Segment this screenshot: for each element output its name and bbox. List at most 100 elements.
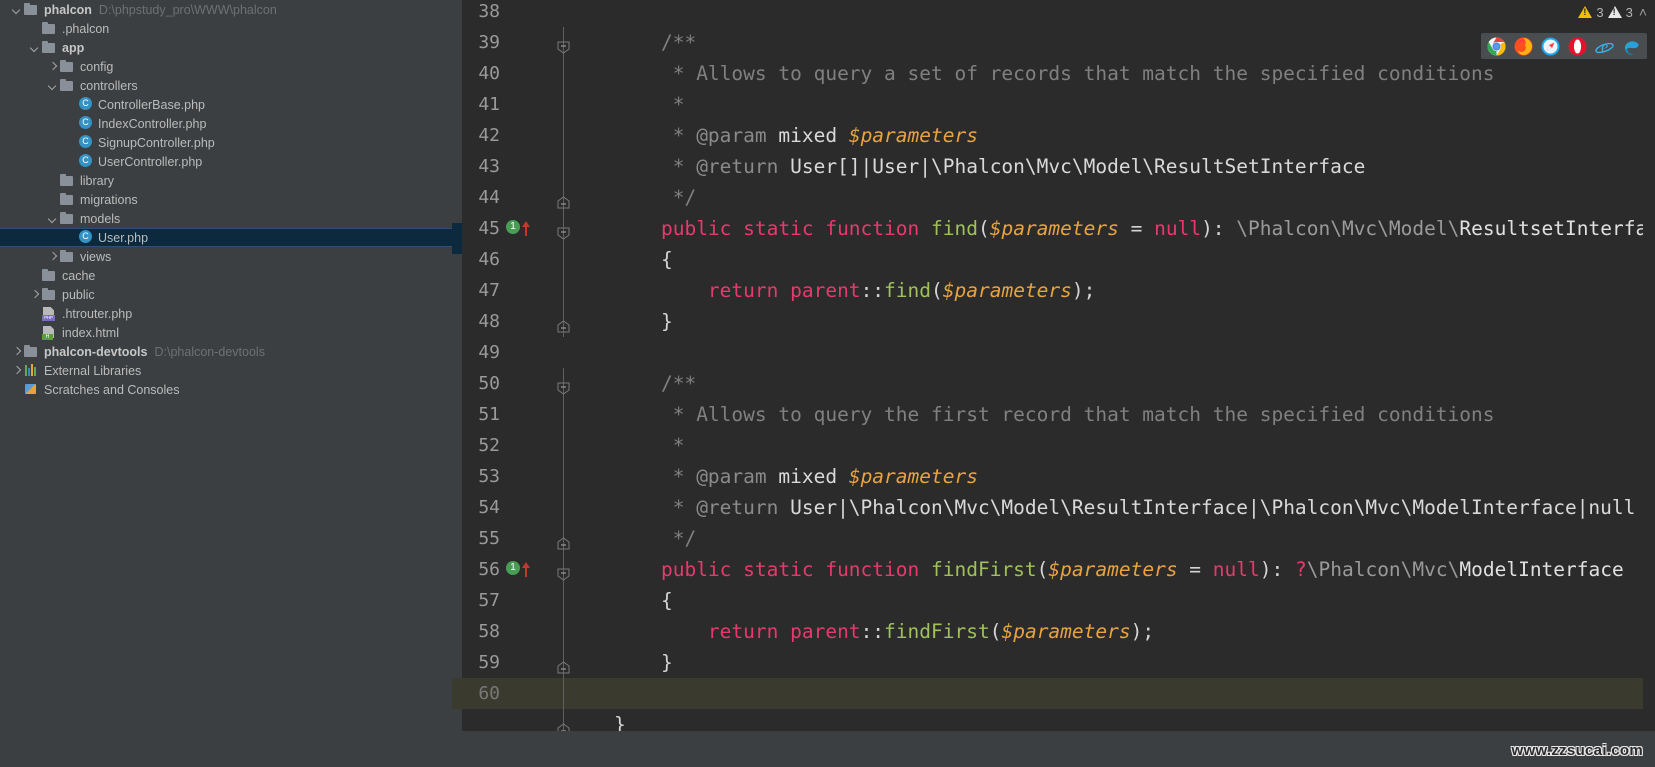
fold-end-icon[interactable] <box>557 718 570 736</box>
implemented-method-icon[interactable]: 1 <box>506 561 520 575</box>
tree-item-cache[interactable]: cache <box>0 266 452 285</box>
chevron-right-icon[interactable] <box>10 364 23 377</box>
code-text[interactable]: * @return User|\Phalcon\Mvc\Model\Result… <box>592 496 1655 519</box>
code-line[interactable]: 42 * @param mixed $parameters <box>452 120 1655 151</box>
tree-item-config[interactable]: config <box>0 57 452 76</box>
code-text[interactable]: * <box>592 93 1655 116</box>
code-text[interactable]: return parent::findFirst($parameters); <box>592 620 1655 643</box>
code-line[interactable]: 40 * Allows to query a set of records th… <box>452 58 1655 89</box>
code-line[interactable]: 58 return parent::findFirst($parameters)… <box>452 616 1655 647</box>
code-line[interactable]: 59 } <box>452 647 1655 678</box>
code-folding-area[interactable] <box>536 647 592 678</box>
code-line[interactable]: 44 */ <box>452 182 1655 213</box>
tree-item-migrations[interactable]: migrations <box>0 190 452 209</box>
code-text[interactable]: /** <box>592 372 1655 395</box>
inspections-widget[interactable]: 3 3 ˄ <box>1578 4 1647 20</box>
code-line[interactable]: 60 <box>452 678 1655 709</box>
firefox-icon[interactable] <box>1514 37 1533 56</box>
chrome-icon[interactable] <box>1487 37 1506 56</box>
chevron-down-icon[interactable] <box>46 212 59 225</box>
code-folding-area[interactable] <box>536 0 592 27</box>
tree-item-user-php[interactable]: User.php <box>0 228 452 247</box>
code-line[interactable]: 46 { <box>452 244 1655 275</box>
code-folding-area[interactable] <box>536 120 592 151</box>
code-folding-area[interactable] <box>536 616 592 647</box>
tree-item-views[interactable]: views <box>0 247 452 266</box>
code-folding-area[interactable] <box>536 244 592 275</box>
code-text[interactable]: { <box>592 589 1655 612</box>
code-text[interactable]: * Allows to query the first record that … <box>592 403 1655 426</box>
code-text[interactable]: } <box>592 651 1655 674</box>
code-folding-area[interactable] <box>536 275 592 306</box>
chevron-down-icon[interactable] <box>46 79 59 92</box>
code-folding-area[interactable] <box>536 461 592 492</box>
chevron-up-icon[interactable]: ˄ <box>1639 4 1647 20</box>
code-text[interactable]: } <box>592 310 1655 333</box>
code-text[interactable]: * @param mixed $parameters <box>592 124 1655 147</box>
tree-item-index-html[interactable]: index.html <box>0 323 452 342</box>
code-line[interactable]: 50 /** <box>452 368 1655 399</box>
fold-collapse-icon[interactable] <box>557 377 570 395</box>
overriding-method-arrow-icon[interactable] <box>521 560 531 577</box>
fold-end-icon[interactable] <box>557 315 570 333</box>
safari-icon[interactable] <box>1541 37 1560 56</box>
internet-explorer-icon[interactable]: e <box>1595 37 1614 56</box>
code-line[interactable]: 48 } <box>452 306 1655 337</box>
tree-item-library[interactable]: library <box>0 171 452 190</box>
code-line[interactable]: 47 return parent::find($parameters); <box>452 275 1655 306</box>
tree-item-usercontroller-php[interactable]: UserController.php <box>0 152 452 171</box>
code-folding-area[interactable] <box>536 399 592 430</box>
tree-item--phalcon[interactable]: .phalcon <box>0 19 452 38</box>
code-folding-area[interactable] <box>536 89 592 120</box>
code-line[interactable]: 45 1 public static function find($paramet… <box>452 213 1655 244</box>
code-text[interactable]: */ <box>592 527 1655 550</box>
code-line[interactable]: 53 * @param mixed $parameters <box>452 461 1655 492</box>
opera-icon[interactable] <box>1568 37 1587 56</box>
code-folding-area[interactable] <box>536 368 592 399</box>
tree-item--htrouter-php[interactable]: .htrouter.php <box>0 304 452 323</box>
code-folding-area[interactable] <box>536 554 592 585</box>
tree-item-signupcontroller-php[interactable]: SignupController.php <box>0 133 452 152</box>
fold-end-icon[interactable] <box>557 656 570 674</box>
code-line[interactable]: 56 1 public static function findFirst($pa… <box>452 554 1655 585</box>
code-text[interactable]: { <box>592 248 1655 271</box>
code-line[interactable]: 54 * @return User|\Phalcon\Mvc\Model\Res… <box>452 492 1655 523</box>
tree-item-indexcontroller-php[interactable]: IndexController.php <box>0 114 452 133</box>
chevron-right-icon[interactable] <box>46 60 59 73</box>
code-text[interactable]: public static function findFirst($parame… <box>592 558 1655 581</box>
tree-item-controllers[interactable]: controllers <box>0 76 452 95</box>
code-line[interactable]: 39 /** <box>452 27 1655 58</box>
chevron-right-icon[interactable] <box>28 288 41 301</box>
tree-item-public[interactable]: public <box>0 285 452 304</box>
tree-item-external-libraries[interactable]: External Libraries <box>0 361 452 380</box>
fold-end-icon[interactable] <box>557 191 570 209</box>
code-line[interactable]: 51 * Allows to query the first record th… <box>452 399 1655 430</box>
tree-item-models[interactable]: models <box>0 209 452 228</box>
edge-icon[interactable] <box>1622 37 1641 56</box>
fold-end-icon[interactable] <box>557 532 570 550</box>
code-text[interactable]: * @return User[]|User|\Phalcon\Mvc\Model… <box>592 155 1655 178</box>
code-line[interactable]: 41 * <box>452 89 1655 120</box>
code-editor[interactable]: 38 39 /** 40 * Allows to query a set of re… <box>452 0 1655 767</box>
tree-item-controllerbase-php[interactable]: ControllerBase.php <box>0 95 452 114</box>
code-text[interactable]: public static function find($parameters … <box>592 217 1655 240</box>
chevron-right-icon[interactable] <box>10 345 23 358</box>
code-folding-area[interactable] <box>536 27 592 58</box>
chevron-down-icon[interactable] <box>10 3 23 16</box>
code-folding-area[interactable] <box>536 182 592 213</box>
code-line[interactable]: 52 * <box>452 430 1655 461</box>
code-text[interactable]: */ <box>592 186 1655 209</box>
code-folding-area[interactable] <box>536 151 592 182</box>
code-folding-area[interactable] <box>536 306 592 337</box>
code-text[interactable]: * <box>592 434 1655 457</box>
tree-item-scratches-and-consoles[interactable]: Scratches and Consoles <box>0 380 452 399</box>
implemented-method-icon[interactable]: 1 <box>506 220 520 234</box>
overriding-method-arrow-icon[interactable] <box>521 219 531 236</box>
code-line[interactable]: 55 */ <box>452 523 1655 554</box>
code-folding-area[interactable] <box>536 523 592 554</box>
tree-item-phalcon-devtools[interactable]: phalcon-devtools D:\phalcon-devtools <box>0 342 452 361</box>
code-folding-area[interactable] <box>536 430 592 461</box>
code-text[interactable]: * Allows to query a set of records that … <box>592 62 1655 85</box>
editor-scrollbar[interactable] <box>1643 0 1655 767</box>
code-line[interactable]: 49 <box>452 337 1655 368</box>
